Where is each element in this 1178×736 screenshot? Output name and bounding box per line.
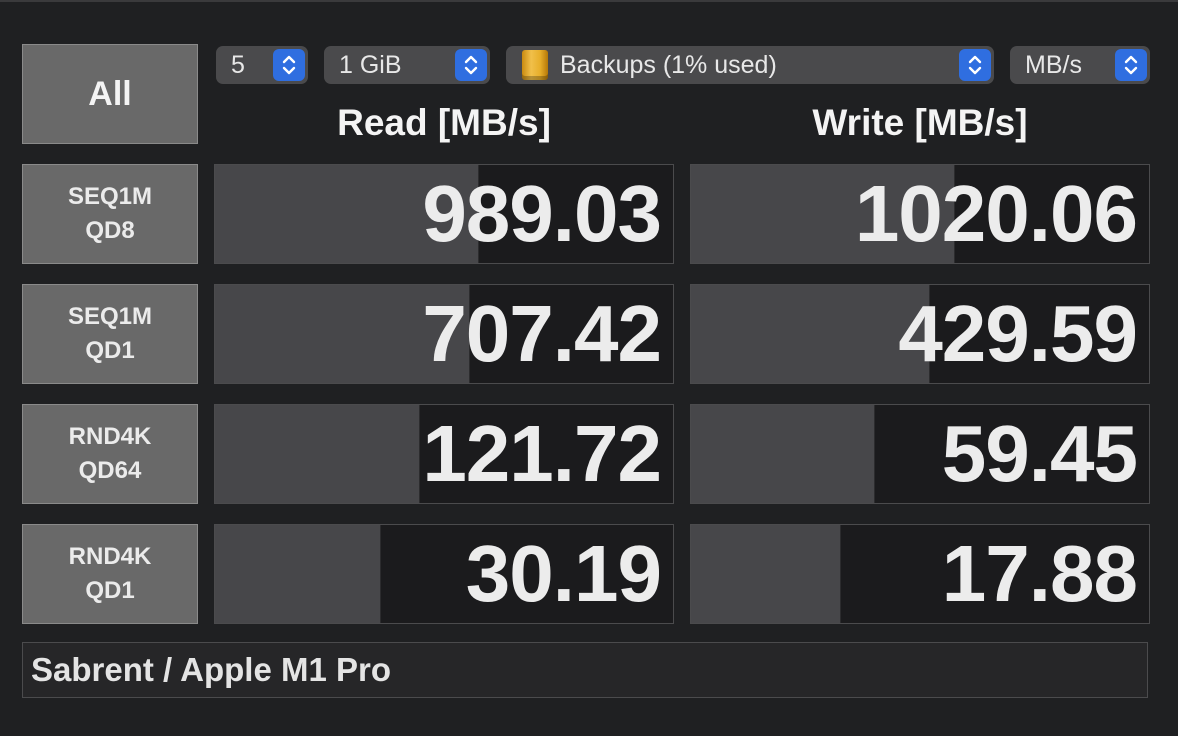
- read-result-value: 707.42: [422, 289, 662, 378]
- write-result-value: 59.45: [941, 409, 1138, 498]
- test-name: SEQ1M: [67, 303, 153, 330]
- test-queue-depth: QD1: [85, 577, 135, 604]
- drive-select[interactable]: Backups (1% used): [506, 46, 994, 84]
- comment-text: Sabrent / Apple M1 Pro: [31, 651, 392, 688]
- chevron-up-down-icon: [273, 49, 305, 81]
- write-result-bar: [691, 525, 841, 623]
- write-result-bar: [691, 285, 931, 383]
- read-result-seq1m-qd1: 707.42: [214, 284, 674, 384]
- read-result-bar: [215, 525, 381, 623]
- test-button-rnd4k-qd64[interactable]: RND4K QD64: [22, 404, 198, 504]
- diskmark-window: All 5 1 GiB Backups (1% used) MB/s Read …: [0, 0, 1178, 736]
- read-result-value: 989.03: [422, 169, 662, 258]
- write-result-rnd4k-qd1: 17.88: [690, 524, 1150, 624]
- all-button[interactable]: All: [22, 44, 198, 144]
- chevron-up-down-icon: [455, 49, 487, 81]
- write-result-value: 17.88: [941, 529, 1138, 618]
- write-result-seq1m-qd1: 429.59: [690, 284, 1150, 384]
- size-select[interactable]: 1 GiB: [324, 46, 490, 84]
- test-queue-depth: QD8: [85, 217, 135, 244]
- write-result-value: 1020.06: [854, 169, 1138, 258]
- test-button-seq1m-qd1[interactable]: SEQ1M QD1: [22, 284, 198, 384]
- write-result-rnd4k-qd64: 59.45: [690, 404, 1150, 504]
- count-select[interactable]: 5: [216, 46, 308, 84]
- chevron-up-down-icon: [1115, 49, 1147, 81]
- count-select-value: 5: [231, 50, 245, 79]
- external-drive-icon: [522, 50, 548, 80]
- read-result-rnd4k-qd1: 30.19: [214, 524, 674, 624]
- unit-select-value: MB/s: [1025, 50, 1082, 79]
- test-button-rnd4k-qd1[interactable]: RND4K QD1: [22, 524, 198, 624]
- comment-field[interactable]: Sabrent / Apple M1 Pro: [22, 642, 1148, 698]
- drive-select-value: Backups (1% used): [560, 50, 777, 79]
- test-button-seq1m-qd8[interactable]: SEQ1M QD8: [22, 164, 198, 264]
- write-result-value: 429.59: [898, 289, 1138, 378]
- read-result-value: 30.19: [465, 529, 662, 618]
- test-queue-depth: QD1: [85, 337, 135, 364]
- write-result-seq1m-qd8: 1020.06: [690, 164, 1150, 264]
- chevron-up-down-icon: [959, 49, 991, 81]
- size-select-value: 1 GiB: [339, 50, 402, 79]
- unit-select[interactable]: MB/s: [1010, 46, 1150, 84]
- read-result-value: 121.72: [422, 409, 662, 498]
- read-result-rnd4k-qd64: 121.72: [214, 404, 674, 504]
- write-result-bar: [691, 405, 876, 503]
- test-name: RND4K: [68, 543, 152, 570]
- read-result-seq1m-qd8: 989.03: [214, 164, 674, 264]
- test-queue-depth: QD64: [78, 457, 142, 484]
- read-column-header: Read [MB/s]: [337, 102, 551, 143]
- test-name: RND4K: [68, 423, 152, 450]
- test-name: SEQ1M: [67, 183, 153, 210]
- read-result-bar: [215, 405, 420, 503]
- write-column-header: Write [MB/s]: [812, 102, 1028, 143]
